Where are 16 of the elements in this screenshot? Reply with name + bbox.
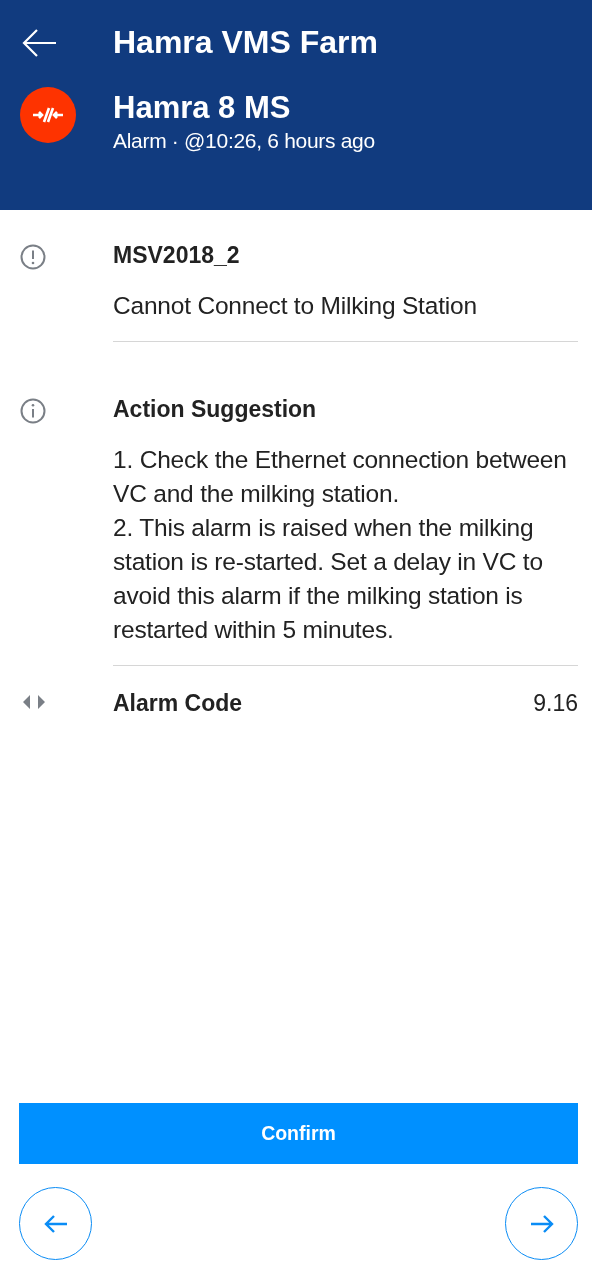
disconnected-link-icon [20, 87, 76, 143]
info-icon [20, 398, 46, 424]
alarm-time: Alarm · @10:26, 6 hours ago [113, 129, 375, 154]
left-arrow-icon [42, 1212, 69, 1235]
section-title: Alarm Code [113, 690, 243, 717]
confirm-button[interactable]: Confirm [19, 1103, 578, 1164]
section-title: MSV2018_2 [113, 242, 241, 269]
section-text: 1. Check the Ethernet connection between VC and the milking station. [113, 445, 568, 509]
device-name: Hamra 8 MS [113, 91, 292, 126]
section-title: Action Suggestion [113, 396, 318, 423]
alarm-code-value: 9.16 [533, 690, 578, 717]
section-text: Cannot Connect to Milking Station [113, 291, 478, 321]
section-text: 2. This alarm is raised when the milking station is re-started. Set a delay in VC to avoid this alarm if the milking station is restarted within 5 minutes. [113, 513, 544, 645]
right-arrow-icon [528, 1212, 555, 1235]
farm-title: Hamra VMS Farm [113, 24, 378, 61]
exclamation-circle-icon [20, 244, 46, 270]
